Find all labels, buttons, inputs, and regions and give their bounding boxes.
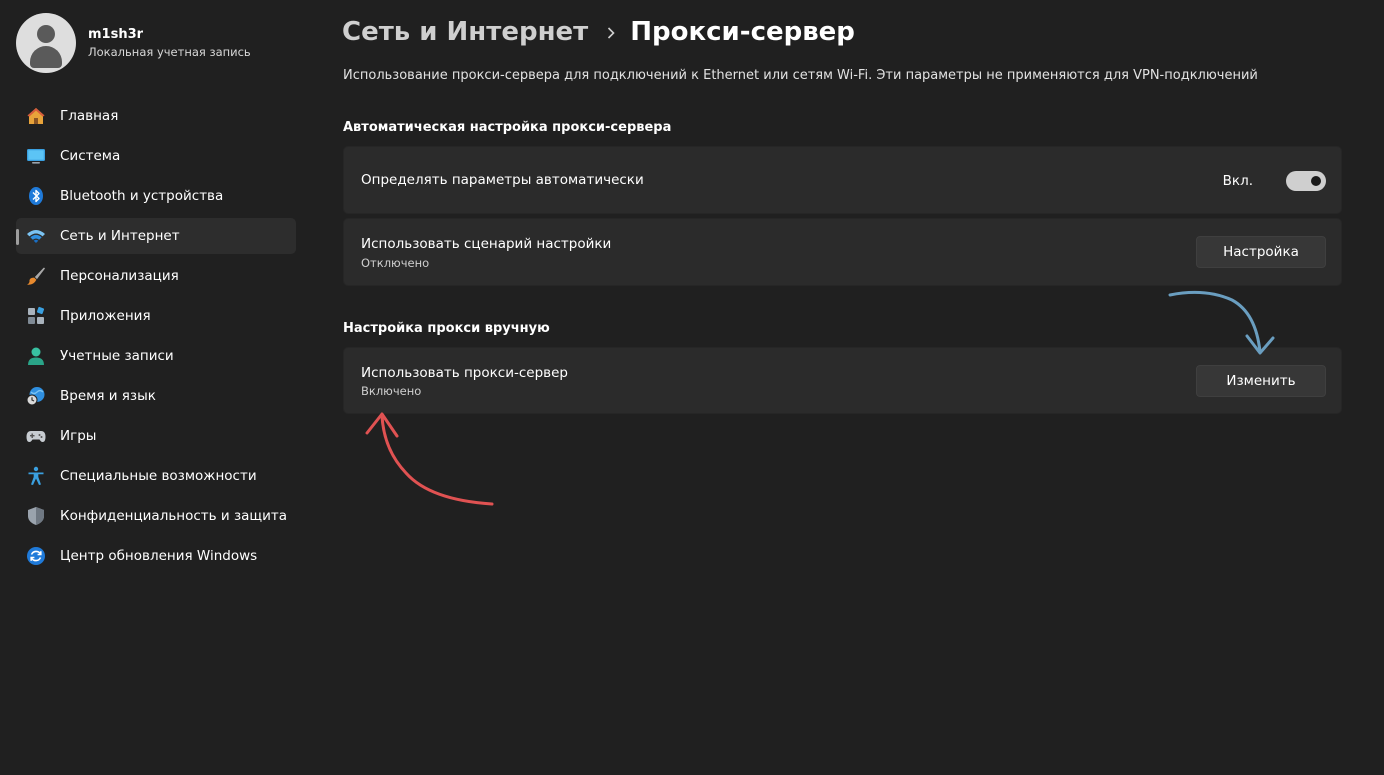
page-title: Прокси-сервер	[630, 17, 855, 47]
apps-icon	[26, 306, 46, 326]
sidebar-item-system[interactable]: Система	[16, 138, 296, 174]
avatar-head	[37, 25, 55, 43]
setup-script-status: Отключено	[361, 256, 430, 270]
sidebar-item-label: Персонализация	[60, 268, 179, 284]
sidebar-item-gaming[interactable]: Игры	[16, 418, 296, 454]
breadcrumb: Сеть и Интернет Прокси-сервер	[342, 14, 855, 50]
sidebar-item-bluetooth[interactable]: Bluetooth и устройства	[16, 178, 296, 214]
sidebar-item-label: Сеть и Интернет	[60, 228, 180, 244]
person-icon	[26, 346, 46, 366]
accessibility-icon	[26, 466, 46, 486]
wifi-icon	[26, 226, 46, 246]
shield-icon	[26, 506, 46, 526]
toggle-knob	[1311, 176, 1321, 186]
manual-section-title: Настройка прокси вручную	[343, 321, 550, 336]
gamepad-icon	[26, 426, 46, 446]
auto-detect-toggle[interactable]	[1286, 171, 1326, 191]
sidebar-item-label: Система	[60, 148, 121, 164]
sidebar-item-personalization[interactable]: Персонализация	[16, 258, 296, 294]
sidebar-item-windows-update[interactable]: Центр обновления Windows	[16, 538, 296, 574]
account-type: Локальная учетная запись	[88, 45, 251, 59]
sidebar-item-accounts[interactable]: Учетные записи	[16, 338, 296, 374]
bluetooth-icon	[26, 186, 46, 206]
setup-script-button[interactable]: Настройка	[1196, 236, 1326, 268]
avatar	[16, 13, 76, 73]
sidebar-item-label: Приложения	[60, 308, 151, 324]
breadcrumb-parent-link[interactable]: Сеть и Интернет	[342, 17, 588, 47]
manual-proxy-status: Включено	[361, 384, 422, 398]
auto-detect-card: Определять параметры автоматически Вкл.	[343, 146, 1342, 214]
manual-proxy-title: Использовать прокси-сервер	[361, 365, 568, 381]
sidebar-item-apps[interactable]: Приложения	[16, 298, 296, 334]
main-content: Сеть и Интернет Прокси-сервер Использова…	[342, 0, 1343, 775]
user-name: m1sh3r	[88, 27, 144, 42]
monitor-icon	[26, 146, 46, 166]
setup-script-title: Использовать сценарий настройки	[361, 236, 612, 252]
sidebar-item-time-language[interactable]: Время и язык	[16, 378, 296, 414]
page-description: Использование прокси-сервера для подключ…	[343, 68, 1258, 83]
brush-icon	[26, 266, 46, 286]
home-icon	[26, 106, 46, 126]
sidebar-item-label: Время и язык	[60, 388, 156, 404]
manual-proxy-card: Использовать прокси-сервер Включено Изме…	[343, 347, 1342, 414]
sidebar-item-label: Центр обновления Windows	[60, 548, 258, 564]
update-icon	[26, 546, 46, 566]
sidebar-item-privacy[interactable]: Конфиденциальность и защита	[16, 498, 296, 534]
sidebar-item-label: Главная	[60, 108, 119, 124]
chevron-right-icon	[606, 25, 616, 39]
globe-clock-icon	[26, 386, 46, 406]
auto-detect-title: Определять параметры автоматически	[361, 172, 644, 188]
sidebar-item-home[interactable]: Главная	[16, 98, 296, 134]
sidebar-item-label: Игры	[60, 428, 97, 444]
sidebar-item-label: Конфиденциальность и защита	[60, 508, 288, 524]
auto-section-title: Автоматическая настройка прокси-сервера	[343, 120, 672, 135]
sidebar: m1sh3r Локальная учетная запись Главная …	[0, 0, 312, 775]
sidebar-item-label: Учетные записи	[60, 348, 174, 364]
manual-proxy-edit-button[interactable]: Изменить	[1196, 365, 1326, 397]
user-profile[interactable]: m1sh3r Локальная учетная запись	[16, 13, 251, 73]
settings-window: m1sh3r Локальная учетная запись Главная …	[0, 0, 1384, 775]
sidebar-nav: Главная Система Bluetooth и устройства С…	[16, 98, 296, 578]
avatar-body	[30, 46, 62, 68]
toggle-state-label: Вкл.	[1222, 173, 1253, 189]
sidebar-item-network[interactable]: Сеть и Интернет	[16, 218, 296, 254]
profile-text: m1sh3r Локальная учетная запись	[88, 26, 251, 60]
setup-script-card: Использовать сценарий настройки Отключен…	[343, 218, 1342, 286]
sidebar-item-accessibility[interactable]: Специальные возможности	[16, 458, 296, 494]
sidebar-item-label: Специальные возможности	[60, 468, 257, 484]
sidebar-item-label: Bluetooth и устройства	[60, 188, 224, 204]
